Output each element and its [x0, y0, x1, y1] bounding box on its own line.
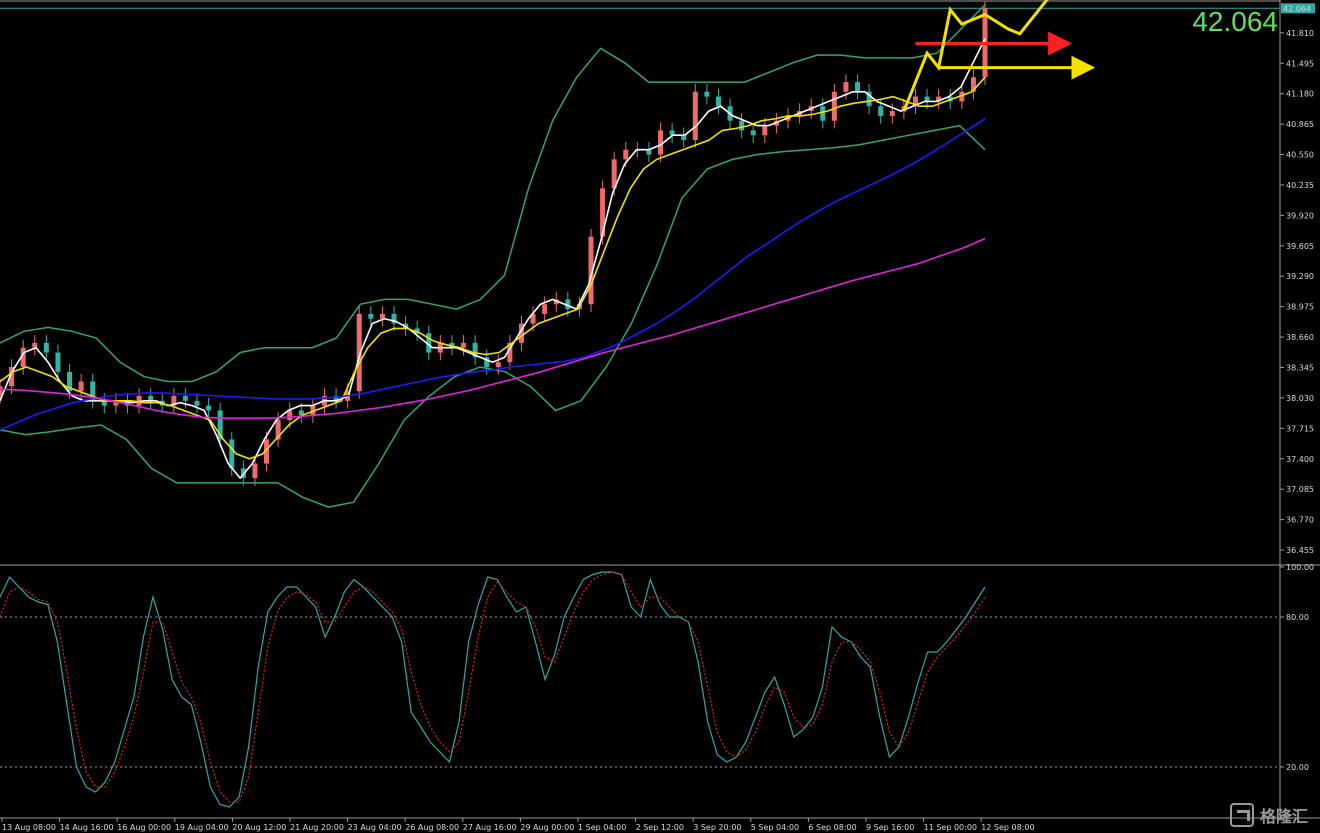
- candle-body: [820, 106, 826, 121]
- x-tick-label: 23 Aug 04:00: [348, 823, 402, 832]
- y-tick-label: 38.030: [1286, 394, 1314, 403]
- current-price-tag-text: 42.064: [1283, 4, 1311, 13]
- chart-canvas: 42.064 41.810 41.495 41.180 40.865 40.550 40.2…: [0, 0, 1320, 832]
- candle-body: [78, 381, 84, 392]
- x-tick-label: 9 Sep 16:00: [866, 823, 914, 832]
- candle-body: [287, 410, 293, 421]
- x-tick-label: 5 Sep 04:00: [751, 823, 799, 832]
- annotations: [902, 0, 1096, 112]
- y-tick-label: 37.715: [1286, 424, 1314, 433]
- watermark: 格隆汇: [1229, 803, 1308, 827]
- stoch-y-tick-label: 20.00: [1286, 763, 1309, 772]
- x-tick-label: 3 Sep 20:00: [693, 823, 741, 832]
- y-tick-label: 36.770: [1286, 516, 1314, 525]
- x-tick-label: 21 Aug 20:00: [290, 823, 344, 832]
- x-tick-label: 26 Aug 08:00: [405, 823, 459, 832]
- y-tick-label: 38.660: [1286, 333, 1314, 342]
- x-tick-label: 16 Aug 00:00: [117, 823, 171, 832]
- x-tick-label: 29 Aug 00:00: [520, 823, 574, 832]
- candle-body: [762, 125, 768, 136]
- y-tick-label: 39.290: [1286, 272, 1314, 281]
- candle-body: [206, 405, 212, 411]
- x-tick-label: 19 Aug 04:00: [175, 823, 229, 832]
- candle-body: [878, 106, 884, 116]
- candle-body: [855, 82, 861, 92]
- watermark-text: 格隆汇: [1259, 807, 1308, 826]
- candle-body: [229, 439, 235, 469]
- grid-layer: [0, 0, 1320, 819]
- candle-body: [889, 111, 895, 116]
- stoch-y-tick-label: 100.00: [1286, 563, 1314, 572]
- candle-body: [32, 342, 38, 348]
- x-tick-label: 11 Sep 00:00: [924, 823, 977, 832]
- bollinger-bands: [0, 4, 986, 508]
- series-bb-lower: [0, 124, 986, 508]
- y-tick-label: 37.085: [1286, 485, 1314, 494]
- candle-body: [368, 313, 374, 319]
- y-tick-label: 37.400: [1286, 455, 1314, 464]
- stochastic-panel: [0, 571, 1280, 808]
- x-tick-label: 2 Sep 12:00: [636, 823, 684, 832]
- candle-body: [715, 96, 721, 107]
- candle-body: [194, 400, 200, 406]
- candle-body: [831, 91, 837, 121]
- candle-body: [55, 352, 61, 372]
- y-tick-label: 40.550: [1286, 151, 1314, 160]
- y-tick-label: 41.810: [1286, 29, 1314, 38]
- series-ma-blue: [0, 118, 986, 431]
- candle-body: [43, 342, 49, 353]
- candle-body: [182, 395, 188, 401]
- x-tick-label: 1 Sep 04:00: [578, 823, 626, 832]
- candle-body: [542, 304, 548, 314]
- x-tick-label: 27 Aug 16:00: [463, 823, 517, 832]
- x-tick-label: 13 Aug 08:00: [2, 823, 56, 832]
- candle-body: [704, 91, 710, 97]
- candle-body: [495, 362, 501, 368]
- y-tick-label: 38.975: [1286, 303, 1314, 312]
- y-tick-label: 40.865: [1286, 120, 1314, 129]
- candles: [0, 0, 988, 486]
- candle-body: [692, 91, 698, 141]
- y-tick-label: 40.235: [1286, 181, 1314, 190]
- series-ma-white: [0, 38, 986, 480]
- candle-body: [750, 130, 756, 136]
- y-tick-label: 38.345: [1286, 363, 1314, 372]
- stoch-series-pct-d: [0, 571, 986, 803]
- moving-averages: [0, 38, 986, 480]
- y-tick-label: 39.920: [1286, 211, 1314, 220]
- candle-body: [843, 82, 849, 92]
- current-price-label: 42.064: [1192, 6, 1278, 37]
- y-tick-label: 41.180: [1286, 90, 1314, 99]
- x-tick-label: 6 Sep 08:00: [808, 823, 856, 832]
- x-tick-label: 14 Aug 16:00: [60, 823, 114, 832]
- x-tick-label: 12 Sep 08:00: [981, 823, 1034, 832]
- candle-body: [461, 342, 467, 348]
- candle-body: [739, 120, 745, 131]
- series-bb-upper: [0, 4, 986, 383]
- series-ma-magenta: [0, 237, 986, 420]
- y-tick-label: 39.605: [1286, 242, 1314, 251]
- stoch-y-tick-label: 80.00: [1286, 613, 1309, 622]
- y-tick-label: 41.495: [1286, 59, 1314, 68]
- candle-body: [623, 149, 629, 160]
- stoch-series-pct-k: [0, 571, 986, 808]
- y-tick-label: 36.455: [1286, 546, 1314, 555]
- candle-body: [252, 463, 258, 479]
- watermark-logo-icon: [1229, 803, 1254, 827]
- x-tick-label: 20 Aug 12:00: [232, 823, 286, 832]
- candle-body: [658, 130, 664, 155]
